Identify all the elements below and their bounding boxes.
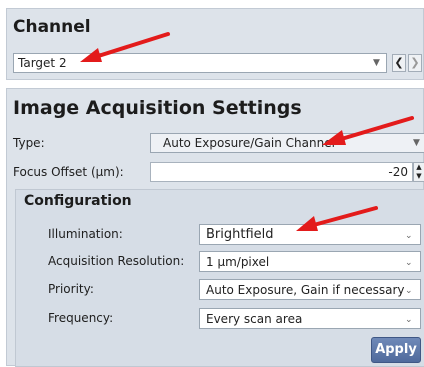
prev-channel-button[interactable]: ❮ — [392, 54, 406, 72]
priority-select[interactable]: Auto Exposure, Gain if necessary ⌄ — [199, 279, 421, 300]
configuration-title: Configuration — [24, 193, 132, 209]
acquisition-resolution-value: 1 µm/pixel — [206, 255, 270, 269]
focus-offset-input[interactable]: -20 — [150, 162, 413, 182]
red-arrow-icon — [80, 32, 170, 62]
red-arrow-icon — [322, 116, 414, 145]
acquisition-resolution-label: Acquisition Resolution: — [48, 254, 185, 268]
chevron-down-icon: ⌄ — [405, 315, 413, 325]
chevron-down-icon: ⌄ — [405, 286, 413, 296]
illumination-value: Brightfield — [206, 227, 274, 242]
red-arrow-icon — [296, 206, 378, 231]
priority-value: Auto Exposure, Gain if necessary — [206, 283, 405, 297]
illumination-label: Illumination: — [48, 227, 123, 241]
channel-select[interactable]: Target 2 ▼ — [13, 53, 387, 73]
frequency-value: Every scan area — [206, 312, 303, 326]
apply-button[interactable]: Apply — [371, 337, 421, 363]
chevron-right-icon: ❯ — [410, 56, 420, 69]
chevron-down-icon: ⌄ — [405, 231, 413, 241]
chevron-down-icon: ▼ — [373, 58, 380, 68]
type-label: Type: — [13, 136, 45, 150]
chevron-down-icon: ⌄ — [405, 258, 413, 268]
acquisition-title: Image Acquisition Settings — [13, 97, 302, 119]
channel-select-value: Target 2 — [18, 56, 67, 70]
frequency-select[interactable]: Every scan area ⌄ — [199, 308, 421, 329]
next-channel-button[interactable]: ❯ — [408, 54, 422, 72]
focus-offset-label: Focus Offset (µm): — [13, 165, 124, 179]
acquisition-resolution-select[interactable]: 1 µm/pixel ⌄ — [199, 251, 421, 272]
frequency-label: Frequency: — [48, 311, 114, 325]
priority-label: Priority: — [48, 282, 94, 296]
type-select-value: Auto Exposure/Gain Channel — [163, 136, 335, 150]
focus-offset-value: -20 — [388, 165, 408, 179]
chevron-left-icon: ❮ — [394, 56, 404, 69]
channel-panel: Channel Target 2 ▼ ❮ ❯ — [6, 8, 424, 80]
spin-up-down-icon[interactable]: ▲ ▼ — [413, 162, 424, 182]
